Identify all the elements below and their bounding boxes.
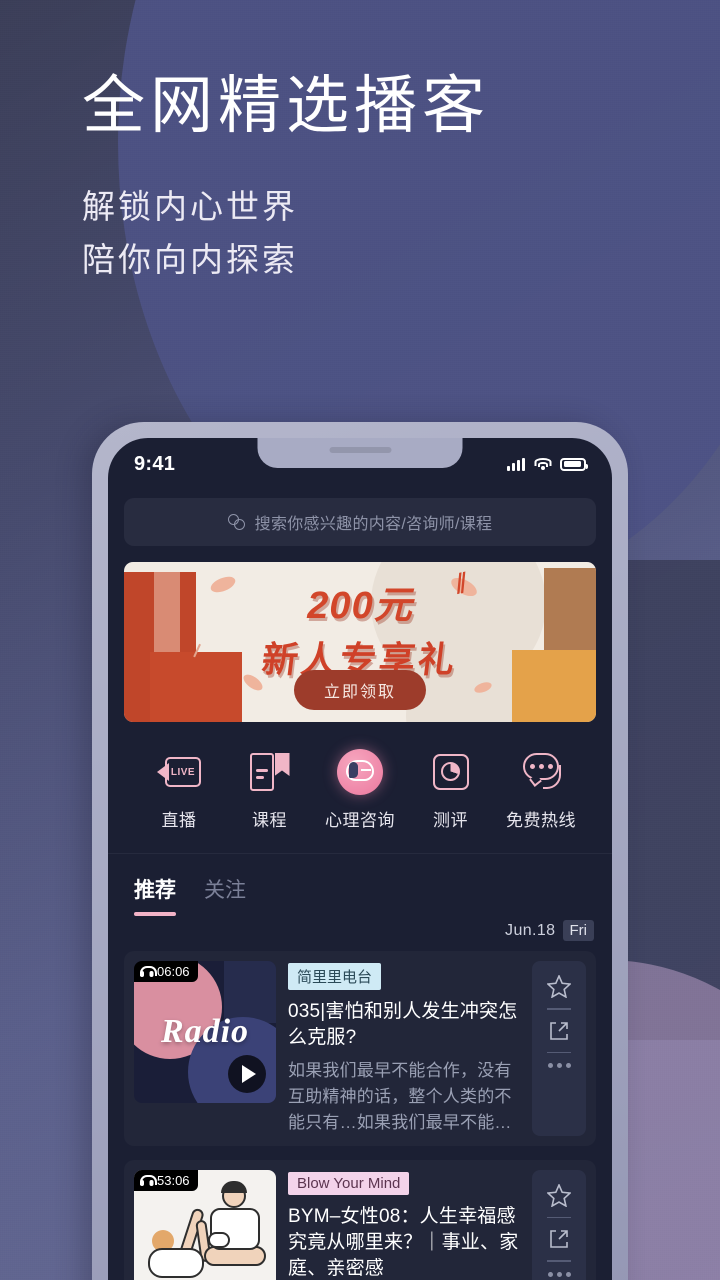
status-bar-icons — [507, 457, 588, 471]
quick-nav-item-assessment[interactable]: 测评 — [406, 748, 496, 831]
quick-nav-label: 免费热线 — [506, 811, 576, 830]
feed-list: Radio 06:06 简里里电台 035|害怕和别人发生冲突怎么克服? 如果我… — [108, 951, 612, 1280]
quick-nav-item-counseling[interactable]: 心理咨询 — [315, 748, 405, 831]
feed-weekday-badge: Fri — [562, 920, 594, 941]
feed-tabs: 推荐 关注 — [108, 854, 612, 916]
quick-nav: LIVE 直播 课程 心理咨询 测评 免费热线 — [108, 722, 612, 853]
quick-nav-label: 课程 — [252, 811, 287, 830]
podcast-thumbnail[interactable]: 53:06 — [134, 1169, 276, 1280]
promo-screenshot: 全网精选播客 解锁内心世界 陪你向内探索 9:41 搜索你感兴趣的内容/咨询师/… — [0, 0, 720, 1280]
rail-divider — [547, 1216, 571, 1219]
share-icon[interactable] — [548, 1020, 570, 1042]
podcast-title: 035|害怕和别人发生冲突怎么克服? — [288, 1001, 518, 1049]
card-action-rail — [532, 961, 586, 1136]
promo-headline: 全网精选播客 — [82, 71, 490, 141]
status-bar-time: 9:41 — [134, 452, 176, 475]
quick-nav-item-live[interactable]: LIVE 直播 — [134, 748, 224, 831]
quick-nav-label: 直播 — [161, 811, 197, 830]
tab-following[interactable]: 关注 — [204, 874, 246, 916]
duration-label: 06:06 — [157, 964, 190, 979]
share-icon[interactable] — [548, 1228, 570, 1250]
podcast-description: 如果我们最早不能合作，没有互助精神的话，整个人类的不能只有…如果我们最早不能合作… — [288, 1061, 512, 1133]
search-icon — [227, 513, 247, 532]
search-input[interactable]: 搜索你感兴趣的内容/咨询师/课程 — [124, 498, 596, 546]
podcast-tag[interactable]: 简里里电台 — [288, 963, 382, 990]
tab-recommended[interactable]: 推荐 — [134, 874, 176, 916]
feed-card-body: Blow Your Mind BYM–女性08：人生幸福感究竟从哪里来？｜事业、… — [288, 1170, 520, 1280]
headphone-icon — [140, 1174, 157, 1186]
duration-badge: 06:06 — [134, 961, 198, 982]
wifi-icon — [534, 457, 551, 471]
feed-card[interactable]: Radio 06:06 简里里电台 035|害怕和别人发生冲突怎么克服? 如果我… — [124, 951, 596, 1146]
more-options-icon[interactable] — [547, 1063, 571, 1068]
signal-bars-icon — [507, 457, 525, 471]
pie-chart-square-icon — [406, 748, 496, 796]
duration-label: 53:06 — [157, 1172, 190, 1188]
live-camera-icon: LIVE — [134, 748, 224, 796]
promo-text-block: 全网精选播客 解锁内心世界 陪你向内探索 — [82, 72, 490, 287]
banner-text: 200元 新人专享礼 — [124, 574, 596, 683]
podcast-title: BYM–女性08：人生幸福感究竟从哪里来？｜事业、家庭、亲密感 — [288, 1205, 519, 1280]
favorite-star-icon[interactable] — [547, 1183, 571, 1207]
banner-amount: 200元 — [307, 585, 413, 627]
rail-divider — [547, 1008, 571, 1010]
rail-divider — [547, 1260, 571, 1262]
podcast-thumbnail[interactable]: Radio 06:06 — [134, 961, 276, 1103]
headphone-icon — [140, 966, 157, 977]
live-badge-label: LIVE — [165, 757, 201, 787]
banner-claim-button[interactable]: 立即领取 — [293, 670, 427, 710]
feed-card[interactable]: 53:06 Blow Your Mind BYM–女性08：人生幸福感究竟从哪里… — [124, 1159, 596, 1280]
counseling-cloud-icon — [315, 748, 405, 796]
quick-nav-label: 心理咨询 — [325, 811, 395, 830]
favorite-star-icon[interactable] — [547, 975, 571, 998]
status-bar: 9:41 — [108, 438, 612, 490]
quick-nav-label: 测评 — [433, 811, 468, 830]
search-placeholder: 搜索你感兴趣的内容/咨询师/课程 — [254, 516, 493, 533]
more-options-icon[interactable] — [547, 1271, 571, 1277]
feed-date-row: Jun.18 Fri — [108, 916, 612, 951]
phone-mockup: 9:41 搜索你感兴趣的内容/咨询师/课程 ⫽ 200元 新人专享礼 立即领取 … — [92, 422, 628, 1280]
duration-badge: 53:06 — [134, 1169, 198, 1191]
rail-divider — [547, 1051, 571, 1053]
quick-nav-item-courses[interactable]: 课程 — [225, 748, 315, 831]
feed-card-body: 简里里电台 035|害怕和别人发生冲突怎么克服? 如果我们最早不能合作，没有互助… — [288, 961, 520, 1136]
quick-nav-item-hotline[interactable]: 免费热线 — [496, 748, 586, 831]
promo-subline-line1: 解锁内心世界 — [82, 188, 298, 226]
thumbnail-radio-word: Radio — [160, 1013, 250, 1050]
podcast-tag[interactable]: Blow Your Mind — [288, 1171, 410, 1195]
card-action-rail — [532, 1169, 586, 1280]
promo-subline: 解锁内心世界 陪你向内探索 — [82, 180, 490, 287]
feed-date: Jun.18 — [505, 921, 556, 939]
promo-banner[interactable]: ⫽ 200元 新人专享礼 立即领取 — [124, 562, 596, 722]
book-icon — [225, 748, 315, 796]
battery-icon — [560, 457, 588, 471]
phone-screen: 9:41 搜索你感兴趣的内容/咨询师/课程 ⫽ 200元 新人专享礼 立即领取 … — [108, 438, 612, 1280]
play-button[interactable] — [228, 1055, 266, 1093]
promo-subline-line2: 陪你向内探索 — [82, 241, 298, 279]
chat-headset-icon — [496, 748, 586, 796]
